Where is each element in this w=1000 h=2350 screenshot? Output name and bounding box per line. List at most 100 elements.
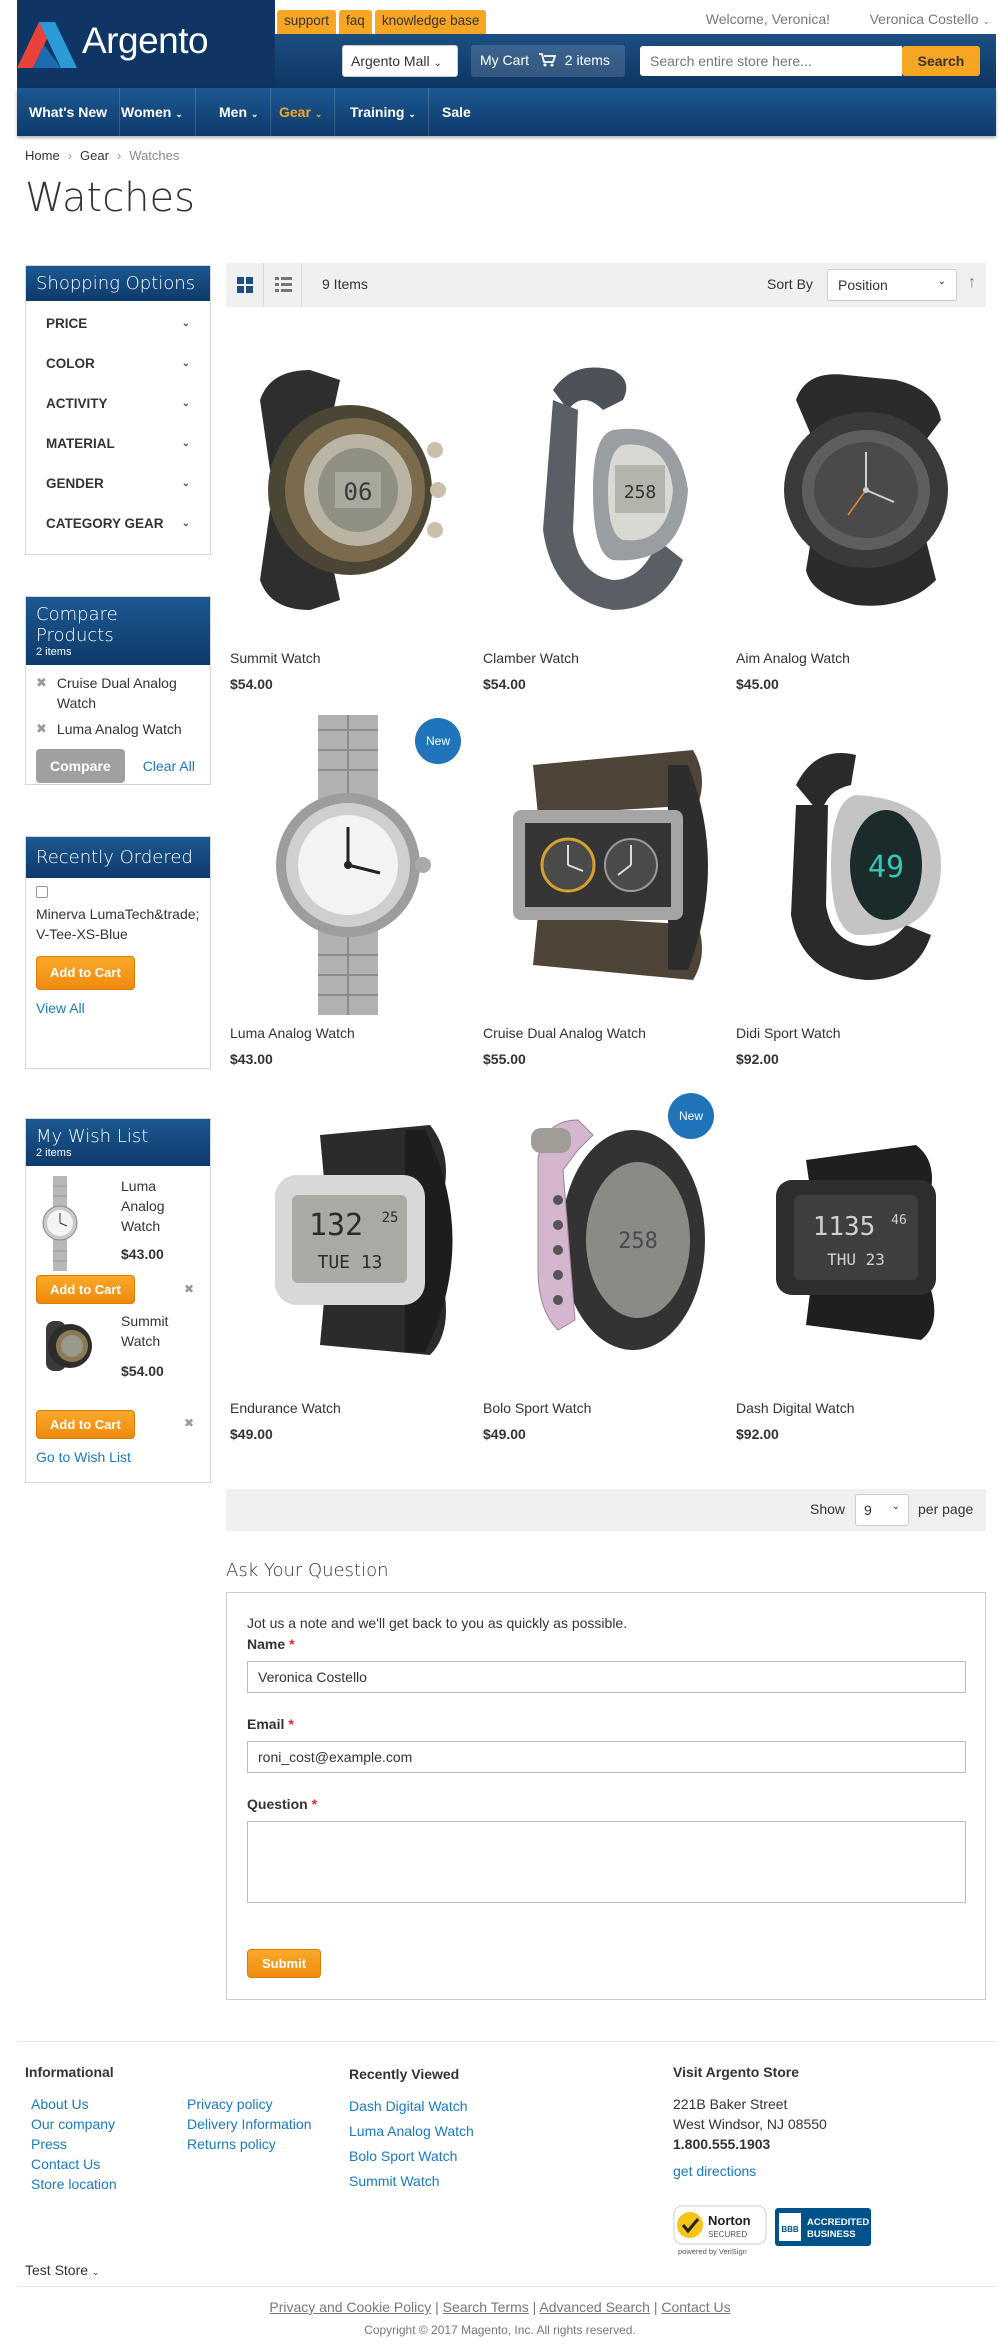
product-name[interactable]: Luma Analog Watch	[230, 1025, 470, 1041]
footer-link[interactable]: Delivery Information	[187, 2116, 312, 2132]
submit-button[interactable]: Submit	[247, 1949, 322, 1978]
clamber-watch-image[interactable]: 258	[483, 340, 723, 640]
breadcrumb-gear[interactable]: Gear	[80, 148, 109, 163]
endurance-watch-image[interactable]: 132 25 TUE 13	[230, 1090, 470, 1390]
nav-training[interactable]: Training ⌄	[338, 88, 429, 136]
name-field[interactable]: Veronica Costello	[247, 1661, 966, 1693]
get-directions-link[interactable]: get directions	[673, 2163, 756, 2179]
footer-bottom-link[interactable]: Advanced Search	[539, 2299, 650, 2315]
go-to-wishlist-link[interactable]: Go to Wish List	[36, 1449, 131, 1465]
recent-product-link[interactable]: Dash Digital Watch	[349, 2098, 468, 2114]
product-name[interactable]: Clamber Watch	[483, 650, 723, 666]
product-item[interactable]: Luma Analog Watch $43.00	[230, 715, 470, 1067]
product-name[interactable]: Bolo Sport Watch	[483, 1400, 723, 1416]
sort-direction-arrow-icon[interactable]: ↑	[968, 274, 976, 292]
compare-item-name[interactable]: Luma Analog Watch	[57, 719, 182, 739]
add-to-cart-button[interactable]: Add to Cart	[36, 956, 135, 990]
top-link-knowledge-base[interactable]: knowledge base	[374, 10, 487, 34]
reorder-checkbox[interactable]	[36, 886, 48, 898]
filter-price[interactable]: PRICE ⌄	[26, 304, 210, 344]
product-name[interactable]: Summit Watch	[230, 650, 470, 666]
nav-men[interactable]: Men ⌄	[207, 88, 272, 136]
view-all-link[interactable]: View All	[36, 1000, 85, 1016]
product-item[interactable]: 132 25 TUE 13 Endurance Watch $49.00	[230, 1090, 470, 1442]
cruise-dual-analog-watch-image[interactable]	[483, 715, 723, 1015]
summit-watch-image[interactable]: 06	[230, 340, 470, 640]
footer-link[interactable]: Store location	[31, 2176, 117, 2192]
remove-icon[interactable]: ✖	[184, 1416, 194, 1430]
product-item[interactable]: 1135 46 THU 23 Dash Digital Watch $92.00	[736, 1090, 976, 1442]
footer-link[interactable]: About Us	[31, 2096, 89, 2112]
recent-product-link[interactable]: Bolo Sport Watch	[349, 2148, 457, 2164]
chevron-right-icon: ›	[116, 148, 122, 163]
limiter-select[interactable]: 9 ⌄	[855, 1494, 909, 1526]
search-button[interactable]: Search	[902, 46, 980, 76]
product-item[interactable]: Cruise Dual Analog Watch $55.00	[483, 715, 723, 1067]
bbb-accredited-badge[interactable]: BBB ACCREDITED BUSINESS	[775, 2208, 871, 2246]
footer-link[interactable]: Our company	[31, 2116, 115, 2132]
remove-icon[interactable]: ✖	[36, 673, 47, 713]
product-name[interactable]: Endurance Watch	[230, 1400, 470, 1416]
email-field[interactable]: roni_cost@example.com	[247, 1741, 966, 1773]
store-switcher-footer[interactable]: Test Store ⌄	[25, 2262, 99, 2278]
top-link-support[interactable]: support	[277, 10, 337, 34]
recent-product-link[interactable]: Summit Watch	[349, 2173, 440, 2189]
top-link-faq[interactable]: faq	[339, 10, 372, 34]
footer-link[interactable]: Privacy policy	[187, 2096, 273, 2112]
filter-activity[interactable]: ACTIVITY ⌄	[26, 384, 210, 424]
product-name[interactable]: Didi Sport Watch	[736, 1025, 976, 1041]
product-item[interactable]: 06 Summit Watch $54.00	[230, 340, 470, 692]
compare-item-name[interactable]: Cruise Dual Analog Watch	[57, 673, 200, 713]
product-item[interactable]: Aim Analog Watch $45.00	[736, 340, 976, 692]
wishlist-add-to-cart-button[interactable]: Add to Cart	[36, 1275, 135, 1304]
minicart[interactable]: My Cart 2 items	[471, 45, 625, 77]
store-switcher-label: Argento Mall	[351, 53, 430, 69]
logo[interactable]: Argento	[17, 0, 275, 88]
list-icon	[275, 277, 292, 292]
nav-whats-new[interactable]: What's New	[17, 88, 121, 136]
nav-sale[interactable]: Sale	[430, 88, 483, 136]
compare-button[interactable]: Compare	[36, 749, 125, 783]
wishlist-item-name[interactable]: Luma Analog Watch	[121, 1176, 201, 1236]
footer-link[interactable]: Contact Us	[31, 2156, 100, 2172]
footer-link[interactable]: Returns policy	[187, 2136, 276, 2152]
clear-all-link[interactable]: Clear All	[143, 756, 195, 776]
wishlist-add-to-cart-button[interactable]: Add to Cart	[36, 1410, 135, 1439]
breadcrumb-home[interactable]: Home	[25, 148, 60, 163]
wishlist-item-name[interactable]: Summit Watch	[121, 1311, 201, 1351]
dash-digital-watch-image[interactable]: 1135 46 THU 23	[736, 1090, 976, 1390]
reorder-item-name: Minerva LumaTech&trade; V-Tee-XS-Blue	[36, 906, 200, 942]
footer-link[interactable]: Press	[31, 2136, 67, 2152]
aim-analog-watch-image[interactable]	[736, 340, 976, 640]
norton-secured-badge[interactable]: Norton SECURED powered by VeriSign	[670, 2198, 770, 2256]
product-item[interactable]: 49 Didi Sport Watch $92.00	[736, 715, 976, 1067]
product-name[interactable]: Dash Digital Watch	[736, 1400, 976, 1416]
grid-view-button[interactable]	[226, 263, 264, 307]
recent-product-link[interactable]: Luma Analog Watch	[349, 2123, 474, 2139]
footer-bottom-link[interactable]: Contact Us	[661, 2299, 730, 2315]
footer-bottom-link[interactable]: Privacy and Cookie Policy	[269, 2299, 431, 2315]
footer-bottom-link[interactable]: Search Terms	[443, 2299, 529, 2315]
product-name[interactable]: Cruise Dual Analog Watch	[483, 1025, 723, 1041]
nav-gear[interactable]: Gear ⌄	[267, 88, 336, 136]
search-input[interactable]	[640, 46, 902, 76]
sort-select[interactable]: Position ⌄	[827, 269, 957, 301]
remove-icon[interactable]: ✖	[184, 1282, 194, 1296]
list-view-button[interactable]	[264, 263, 302, 307]
question-textarea[interactable]	[247, 1821, 966, 1903]
product-item[interactable]: 258 Clamber Watch $54.00	[483, 340, 723, 692]
filter-color[interactable]: COLOR ⌄	[26, 344, 210, 384]
remove-icon[interactable]: ✖	[36, 719, 47, 739]
account-menu[interactable]: Veronica Costello ⌄	[870, 11, 990, 27]
compare-item: ✖ Cruise Dual Analog Watch	[36, 673, 200, 713]
filter-category-gear[interactable]: CATEGORY GEAR ⌄	[26, 504, 210, 544]
nav-women[interactable]: Women ⌄	[109, 88, 196, 136]
didi-sport-watch-image[interactable]: 49	[736, 715, 976, 1015]
filter-gender[interactable]: GENDER ⌄	[26, 464, 210, 504]
product-name[interactable]: Aim Analog Watch	[736, 650, 976, 666]
filter-material[interactable]: MATERIAL ⌄	[26, 424, 210, 464]
store-switcher[interactable]: Argento Mall ⌄	[342, 45, 458, 77]
product-item[interactable]: 258 Bolo Sport Watch $49.00	[483, 1090, 723, 1442]
store-phone: 1.800.555.1903	[673, 2136, 771, 2152]
product-price: $92.00	[736, 1051, 779, 1067]
